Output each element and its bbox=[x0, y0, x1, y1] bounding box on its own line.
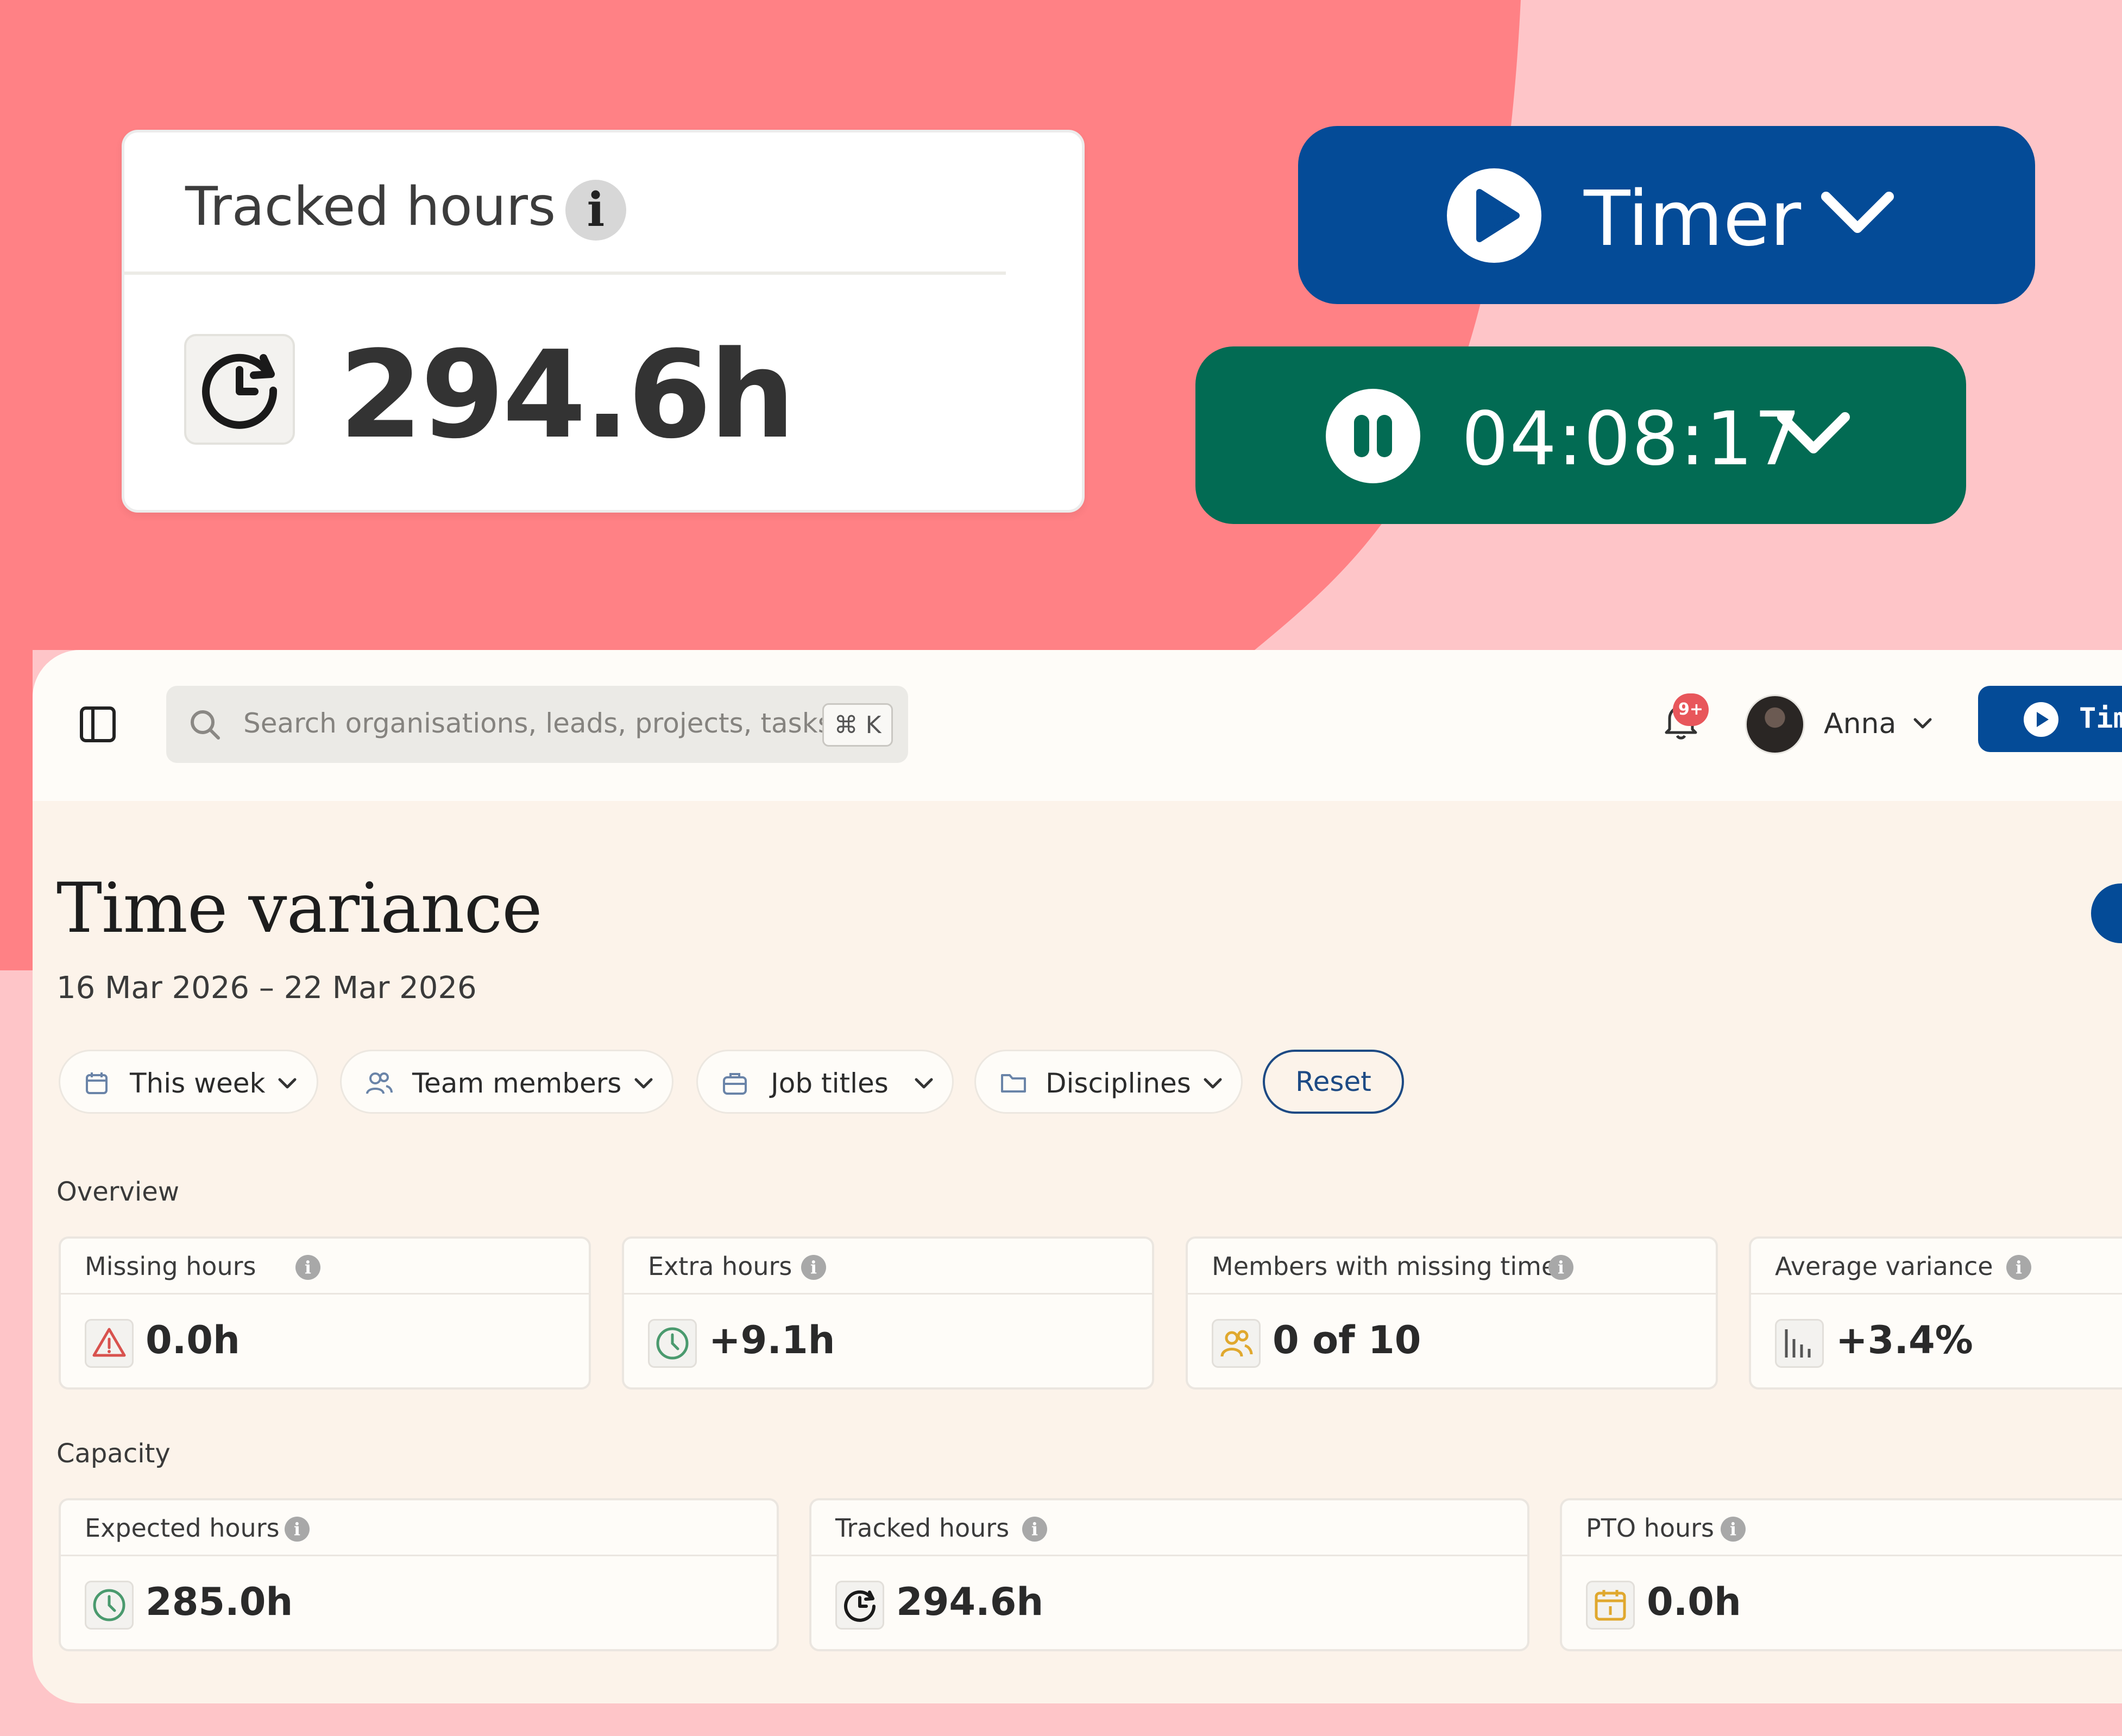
extra-hours-card: Extra hours i +9.1h bbox=[622, 1236, 1154, 1390]
card-divider bbox=[624, 1293, 1152, 1295]
chevron-down-icon bbox=[278, 1078, 297, 1089]
tracked-hours-capacity-card: Tracked hours i 294.6h bbox=[809, 1498, 1529, 1651]
tracked-hours-title: Tracked hours bbox=[185, 176, 556, 238]
date-range: 16 Mar 2026 – 22 Mar 2026 bbox=[56, 970, 477, 1006]
stat-title: Members with missing time bbox=[1212, 1252, 1557, 1281]
history-clock-icon bbox=[835, 1581, 884, 1630]
chevron-down-icon bbox=[634, 1078, 653, 1089]
calendar-icon bbox=[86, 1072, 108, 1094]
clock-icon bbox=[85, 1581, 134, 1630]
sidebar-toggle-icon[interactable] bbox=[79, 705, 117, 743]
reset-button[interactable]: Reset bbox=[1263, 1050, 1404, 1114]
warning-icon bbox=[85, 1319, 134, 1368]
top-bar: Search organisations, leads, projects, t… bbox=[33, 650, 2122, 801]
info-icon[interactable]: i bbox=[2006, 1255, 2031, 1280]
people-icon bbox=[1212, 1319, 1261, 1368]
filter-job-titles-label: Job titles bbox=[771, 1068, 889, 1099]
search-input[interactable]: Search organisations, leads, projects, t… bbox=[243, 708, 858, 739]
pto-hours-card: PTO hours i 0.0h bbox=[1560, 1498, 2122, 1651]
tracked-hours-value: 294.6h bbox=[339, 325, 795, 465]
filter-disciplines[interactable]: Disciplines bbox=[974, 1050, 1243, 1114]
filter-job-titles[interactable]: Job titles bbox=[696, 1050, 954, 1114]
card-divider bbox=[1188, 1293, 1716, 1295]
capacity-label: Capacity bbox=[56, 1438, 171, 1469]
filter-period-label: This week bbox=[130, 1068, 266, 1099]
stat-value: 0.0h bbox=[146, 1318, 240, 1362]
card-divider bbox=[1751, 1293, 2122, 1295]
info-icon[interactable]: i bbox=[1721, 1517, 1746, 1542]
app-window: Search organisations, leads, projects, t… bbox=[33, 650, 2122, 1703]
stat-title: PTO hours bbox=[1586, 1513, 1714, 1543]
stat-value: +3.4% bbox=[1836, 1318, 1973, 1362]
overview-label: Overview bbox=[56, 1177, 179, 1207]
folder-icon bbox=[1001, 1074, 1026, 1093]
notification-badge: 9+ bbox=[1673, 693, 1709, 726]
chevron-down-icon bbox=[915, 1078, 933, 1089]
calendar-icon bbox=[1586, 1581, 1635, 1630]
info-icon[interactable]: i bbox=[1022, 1517, 1047, 1542]
running-timer-button[interactable]: 04:08:17 bbox=[1195, 346, 1966, 524]
chevron-down-icon bbox=[1204, 1078, 1222, 1089]
filter-team-members[interactable]: Team members bbox=[340, 1050, 673, 1114]
play-icon bbox=[1447, 168, 1541, 263]
stat-value: +9.1h bbox=[709, 1318, 835, 1362]
chevron-down-icon[interactable] bbox=[1912, 716, 1934, 733]
filter-period[interactable]: This week bbox=[59, 1050, 318, 1114]
chevron-down-icon bbox=[1777, 412, 1850, 453]
info-icon[interactable]: i bbox=[801, 1255, 826, 1280]
card-divider bbox=[124, 272, 1006, 275]
search-bar[interactable]: Search organisations, leads, projects, t… bbox=[166, 686, 908, 763]
info-icon[interactable]: i bbox=[565, 180, 626, 241]
page-title: Time variance bbox=[56, 868, 543, 948]
stat-title: Missing hours bbox=[85, 1252, 256, 1281]
missing-hours-card: Missing hours i 0.0h bbox=[59, 1236, 591, 1390]
keyboard-shortcut: ⌘ K bbox=[822, 703, 893, 747]
expected-hours-card: Expected hours i 285.0h bbox=[59, 1498, 779, 1651]
stat-value: 285.0h bbox=[146, 1580, 293, 1624]
info-icon[interactable]: i bbox=[1548, 1255, 1573, 1280]
search-icon bbox=[191, 710, 220, 740]
info-icon[interactable]: i bbox=[295, 1255, 320, 1280]
chevron-down-icon bbox=[1821, 192, 1894, 233]
average-variance-card: Average variance i +3.4% bbox=[1749, 1236, 2122, 1390]
play-icon bbox=[2024, 702, 2058, 737]
top-timer-label: Tim bbox=[2079, 702, 2122, 735]
stat-title: Expected hours bbox=[85, 1513, 280, 1543]
stat-title: Tracked hours bbox=[835, 1513, 1010, 1543]
card-divider bbox=[61, 1555, 777, 1556]
people-icon bbox=[366, 1072, 393, 1094]
avatar[interactable] bbox=[1745, 695, 1805, 754]
stat-value: 294.6h bbox=[896, 1580, 1044, 1624]
stat-value: 0 of 10 bbox=[1273, 1318, 1421, 1362]
stat-title: Average variance bbox=[1775, 1252, 1993, 1281]
card-divider bbox=[61, 1293, 589, 1295]
pause-icon bbox=[1326, 389, 1420, 483]
stat-title: Extra hours bbox=[648, 1252, 792, 1281]
briefcase-icon bbox=[723, 1073, 747, 1095]
timer-button[interactable]: Timer bbox=[1298, 126, 2035, 304]
filter-disciplines-label: Disciplines bbox=[1046, 1068, 1191, 1099]
card-divider bbox=[1562, 1555, 2122, 1556]
user-name[interactable]: Anna bbox=[1824, 708, 1896, 740]
stat-value: 0.0h bbox=[1647, 1580, 1741, 1624]
bar-chart-icon bbox=[1775, 1319, 1824, 1368]
history-clock-icon bbox=[184, 334, 295, 445]
top-timer-button[interactable]: Tim bbox=[1978, 686, 2122, 752]
filter-team-members-label: Team members bbox=[412, 1068, 622, 1099]
info-icon[interactable]: i bbox=[285, 1517, 310, 1542]
action-button[interactable] bbox=[2091, 883, 2122, 943]
timer-label: Timer bbox=[1584, 175, 1802, 263]
card-divider bbox=[811, 1555, 1527, 1556]
elapsed-time: 04:08:17 bbox=[1462, 396, 1802, 482]
tracked-hours-card: Tracked hours i 294.6h bbox=[122, 130, 1085, 513]
clock-icon bbox=[648, 1319, 697, 1368]
members-missing-time-card: Members with missing time i 0 of 10 bbox=[1186, 1236, 1718, 1390]
